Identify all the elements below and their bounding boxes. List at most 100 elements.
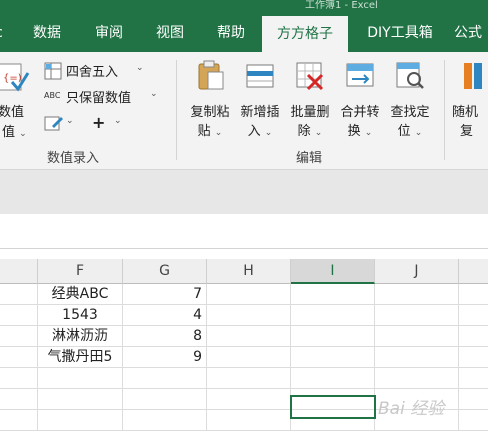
cell[interactable] [207, 305, 291, 326]
cell[interactable] [207, 410, 291, 431]
title-bar: 工作簿1 - Excel [0, 0, 488, 14]
column-header-h[interactable]: H [207, 259, 291, 284]
cell[interactable] [0, 326, 38, 347]
cell[interactable] [207, 368, 291, 389]
batch-delete-button[interactable]: 批量删 除 ⌄ [286, 59, 334, 143]
table-cell-f[interactable]: 经典ABC [38, 284, 123, 305]
cell[interactable] [375, 284, 459, 305]
column-header-partial[interactable] [0, 259, 38, 284]
tab-formulas[interactable]: 公式 [454, 14, 488, 52]
cell[interactable] [375, 347, 459, 368]
cell[interactable] [291, 368, 375, 389]
cell[interactable] [291, 347, 375, 368]
cell[interactable] [375, 305, 459, 326]
cell[interactable] [0, 284, 38, 305]
edit-sheet-button[interactable]: ⌄ [44, 114, 74, 134]
insert-rows-icon [246, 64, 274, 88]
merge-button[interactable]: 合并转 换 ⌄ [336, 59, 384, 143]
cell[interactable] [375, 326, 459, 347]
cell[interactable] [38, 389, 123, 410]
chevron-down-icon: ⌄ [136, 63, 144, 73]
cell[interactable] [0, 410, 38, 431]
cell[interactable] [375, 368, 459, 389]
column-header-k[interactable] [459, 259, 488, 284]
cell[interactable] [459, 347, 488, 368]
tab-fangfanggezi[interactable]: 方方格子 [262, 16, 348, 52]
column-header-j[interactable]: J [375, 259, 459, 284]
random-line1: 随机 [452, 105, 479, 120]
cell[interactable] [207, 326, 291, 347]
cell[interactable] [123, 368, 207, 389]
table-cell-g[interactable]: 7 [123, 284, 207, 305]
table-cell-g[interactable]: 4 [123, 305, 207, 326]
cell[interactable] [0, 389, 38, 410]
tab-diy-toolbox[interactable]: DIY工具箱 [352, 14, 448, 52]
table-cell-g[interactable]: 9 [123, 347, 207, 368]
cell[interactable] [291, 284, 375, 305]
cell[interactable] [459, 326, 488, 347]
cell[interactable] [459, 284, 488, 305]
cell[interactable] [459, 368, 488, 389]
cell[interactable] [459, 389, 488, 410]
cell[interactable] [291, 305, 375, 326]
cell[interactable] [0, 368, 38, 389]
table-cell-f[interactable]: 淋淋沥沥 [38, 326, 123, 347]
find-button[interactable]: 查找定 位 ⌄ [386, 59, 434, 143]
random-icon [464, 63, 482, 89]
cell[interactable] [207, 389, 291, 410]
numeric-value-sub[interactable]: 值 ⌄ [2, 121, 27, 140]
tab-help[interactable]: 帮助 [202, 14, 260, 52]
copy-paste-button[interactable]: 复制粘 贴 ⌄ [186, 59, 234, 143]
keep-value-prefix: ABC [44, 91, 61, 100]
chevron-down-icon: ⌄ [214, 128, 223, 138]
column-header-g[interactable]: G [123, 259, 207, 284]
cell[interactable] [459, 305, 488, 326]
insert-button[interactable]: 新增插 入 ⌄ [236, 59, 284, 143]
edit-icon [44, 116, 63, 131]
column-header-i[interactable]: I [291, 259, 375, 284]
random-button[interactable]: 随机 复 [452, 59, 488, 141]
cell[interactable] [207, 284, 291, 305]
cell[interactable] [0, 305, 38, 326]
cell[interactable] [123, 389, 207, 410]
chevron-down-icon: ⌄ [314, 128, 323, 138]
random-line2: 复 [460, 124, 474, 139]
plus-icon: + [92, 113, 106, 132]
cell[interactable] [38, 410, 123, 431]
find-line2: 位 [397, 124, 411, 139]
table-cell-f[interactable]: 气撒丹田5 [38, 347, 123, 368]
tab-data[interactable]: 数据 [18, 14, 76, 52]
chevron-down-icon: ⌄ [66, 116, 74, 126]
chevron-down-icon: ⌄ [364, 128, 373, 138]
cell[interactable] [0, 347, 38, 368]
cell[interactable] [38, 368, 123, 389]
chevron-down-icon: ⌄ [264, 128, 273, 138]
chevron-down-icon: ⌄ [150, 89, 158, 99]
cell[interactable] [459, 410, 488, 431]
cell[interactable] [207, 347, 291, 368]
numeric-value-label[interactable]: 数值 [0, 101, 24, 120]
chevron-down-icon: ⌄ [414, 128, 423, 138]
window-title: 工作簿1 - Excel [305, 0, 378, 11]
batch-delete-line2: 除 [297, 124, 311, 139]
round-icon [44, 62, 62, 80]
merge-line1: 合并转 [340, 105, 380, 120]
chevron-down-icon: ⌄ [19, 129, 27, 139]
tab-partial[interactable]: c [0, 14, 4, 52]
insert-line2: 入 [247, 124, 261, 139]
active-cell-cursor[interactable] [290, 395, 376, 419]
ribbon-collapse-area [0, 170, 488, 214]
batch-delete-line1: 批量删 [290, 105, 330, 120]
cell[interactable] [291, 326, 375, 347]
plus-button[interactable]: + ⌄ [92, 113, 122, 133]
cell[interactable] [123, 410, 207, 431]
table-cell-f[interactable]: 1543 [38, 305, 123, 326]
table-cell-g[interactable]: 8 [123, 326, 207, 347]
tab-view[interactable]: 视图 [141, 14, 199, 52]
formula-bar[interactable] [0, 214, 488, 249]
find-line1: 查找定 [390, 105, 430, 120]
numeric-value-icon[interactable]: {=) [0, 62, 30, 96]
tab-review[interactable]: 审阅 [80, 14, 138, 52]
column-header-f[interactable]: F [38, 259, 123, 284]
merge-cells-icon [346, 63, 374, 87]
